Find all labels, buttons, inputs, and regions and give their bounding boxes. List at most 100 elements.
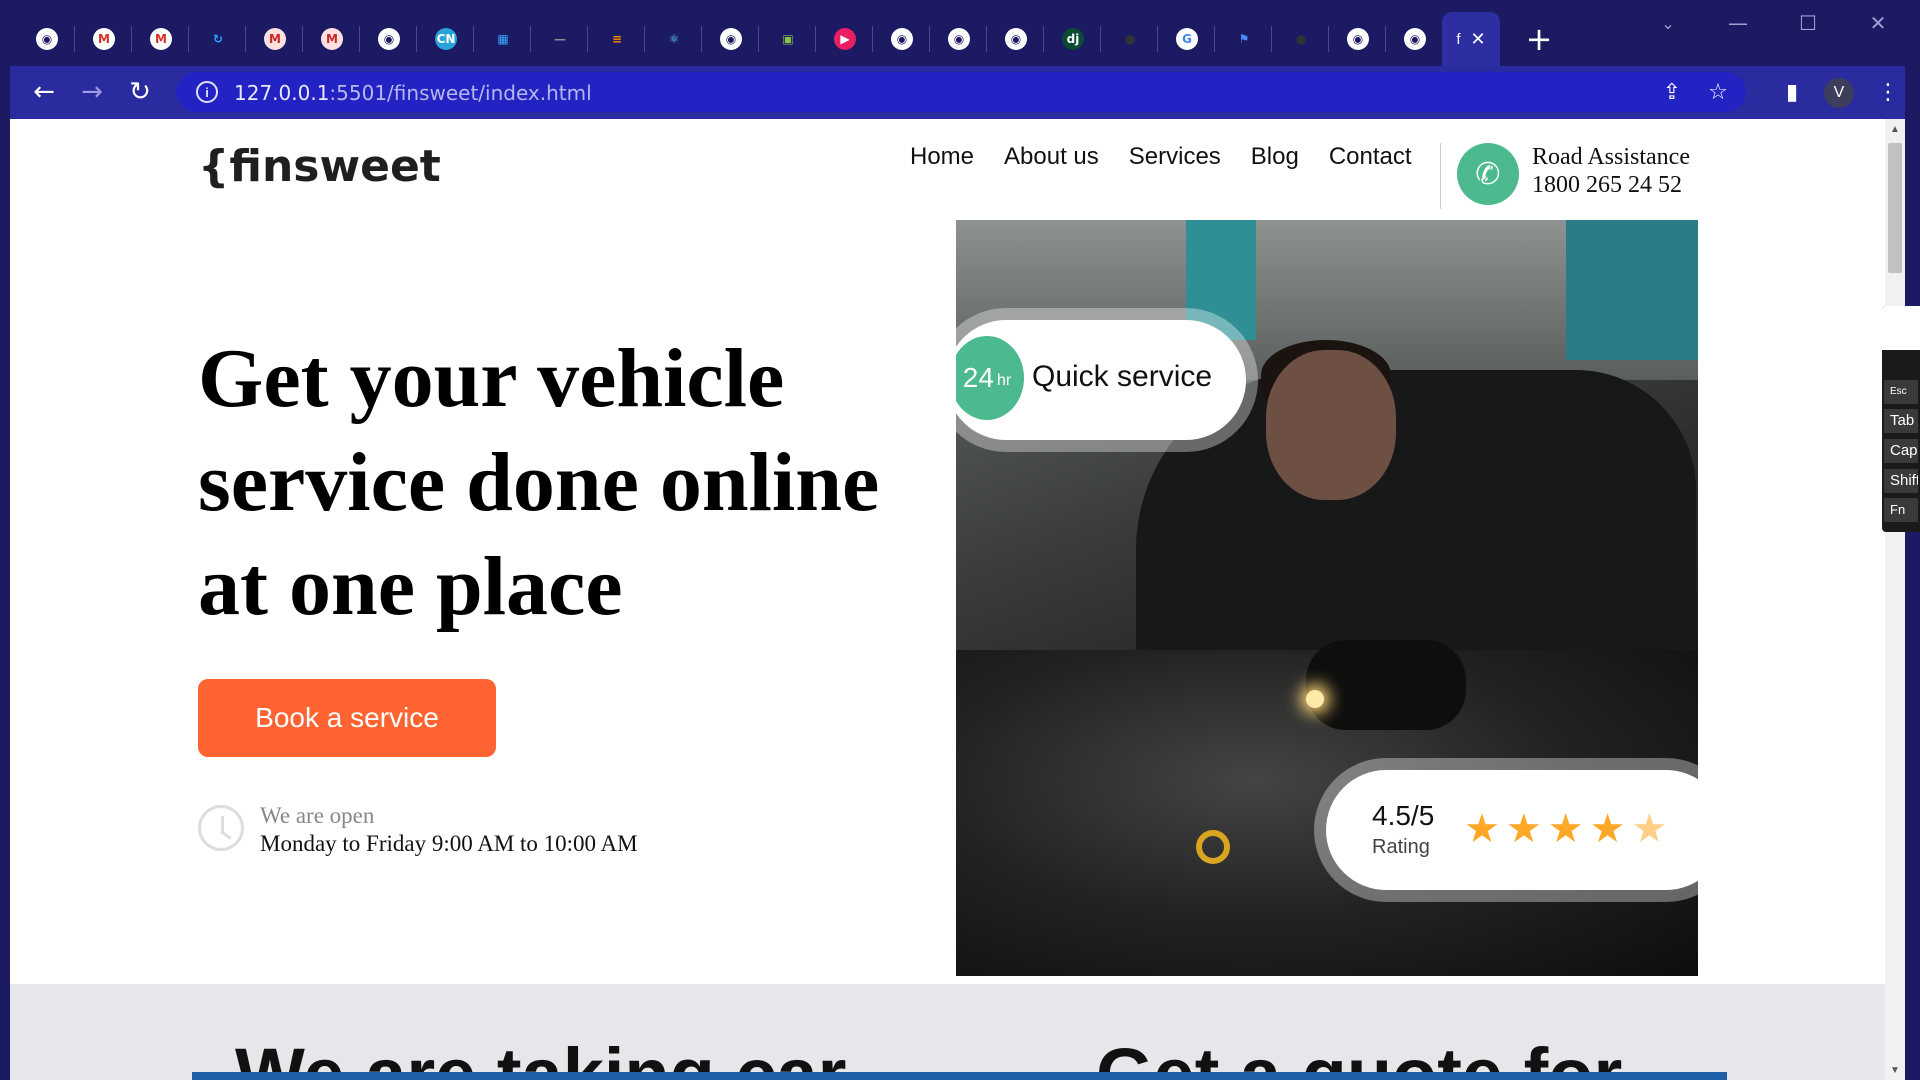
tab-separator bbox=[74, 26, 75, 52]
tab-13[interactable]: ◉ bbox=[704, 12, 758, 66]
tab-active[interactable]: f ✕ bbox=[1442, 12, 1500, 66]
tab-10[interactable]: — bbox=[533, 12, 587, 66]
reload-icon[interactable]: ↻ bbox=[120, 72, 160, 112]
tab-21[interactable]: G bbox=[1160, 12, 1214, 66]
keyboard-app-icon[interactable] bbox=[1882, 306, 1920, 350]
half-star-icon: ★ bbox=[1631, 806, 1674, 852]
page-scrollbar[interactable]: ▲ ▼ bbox=[1885, 119, 1905, 1080]
tab-separator bbox=[1157, 26, 1158, 52]
tab-separator bbox=[815, 26, 816, 52]
quick-service-badge: 24 hr Quick service bbox=[956, 320, 1246, 440]
key-shift[interactable]: Shift bbox=[1884, 469, 1918, 493]
key-tab[interactable]: Tab bbox=[1884, 409, 1918, 433]
tab-11[interactable]: ≡ bbox=[590, 12, 644, 66]
hero-title: Get your vehicle service done online at … bbox=[198, 332, 880, 633]
site-info-icon[interactable]: i bbox=[196, 81, 218, 103]
tab-5[interactable]: M bbox=[248, 12, 302, 66]
tab-20[interactable]: ● bbox=[1103, 12, 1157, 66]
book-service-button[interactable]: Book a service bbox=[198, 679, 496, 757]
new-tab-button[interactable]: + bbox=[1518, 18, 1560, 60]
badge-number: 24 bbox=[962, 362, 994, 393]
tab-24[interactable]: ◉ bbox=[1331, 12, 1385, 66]
tab-19[interactable]: dj bbox=[1046, 12, 1100, 66]
tab-separator bbox=[872, 26, 873, 52]
side-panel-icon[interactable]: ▮ bbox=[1772, 72, 1812, 112]
tab-18[interactable]: ◉ bbox=[989, 12, 1043, 66]
active-tab-label: f bbox=[1456, 30, 1461, 48]
badge-unit: hr bbox=[996, 372, 1012, 389]
tab-separator bbox=[245, 26, 246, 52]
forward-icon[interactable]: → bbox=[72, 72, 112, 112]
scroll-thumb[interactable] bbox=[1888, 143, 1902, 273]
tab-3[interactable]: M bbox=[134, 12, 188, 66]
dash-icon: — bbox=[554, 32, 566, 46]
tab-2[interactable]: M bbox=[77, 12, 131, 66]
globe-icon: ◉ bbox=[1347, 28, 1369, 50]
star-icon: ★ bbox=[1464, 806, 1506, 852]
tab-separator bbox=[929, 26, 930, 52]
gmail-icon: M bbox=[150, 28, 172, 50]
tab-8[interactable]: CN bbox=[419, 12, 473, 66]
tab-separator bbox=[473, 26, 474, 52]
main-nav: Home About us Services Blog Contact bbox=[910, 143, 1442, 171]
key-caps[interactable]: Caps bbox=[1884, 439, 1918, 463]
bookmark-star-icon[interactable]: ☆ bbox=[1698, 72, 1738, 112]
tab-1[interactable]: ◉ bbox=[20, 12, 74, 66]
globe-icon: ◉ bbox=[1404, 28, 1426, 50]
url-text[interactable]: 127.0.0.1:5501/finsweet/index.html bbox=[234, 81, 592, 105]
tab-22[interactable]: ⚑ bbox=[1217, 12, 1271, 66]
address-bar[interactable]: i 127.0.0.1:5501/finsweet/index.html ⇪ ☆ bbox=[176, 72, 1746, 112]
globe-icon: ◉ bbox=[36, 28, 58, 50]
quick-service-text: Quick service bbox=[1032, 360, 1213, 393]
tab-4[interactable]: ↻ bbox=[191, 12, 245, 66]
nav-services[interactable]: Services bbox=[1129, 143, 1221, 171]
scroll-up-icon[interactable]: ▲ bbox=[1885, 119, 1905, 139]
nav-about-us[interactable]: About us bbox=[1004, 143, 1099, 171]
tab-17[interactable]: ◉ bbox=[932, 12, 986, 66]
globe-icon: ◉ bbox=[1005, 28, 1027, 50]
star-icon: ★ bbox=[1505, 806, 1548, 852]
scroll-down-icon[interactable]: ▼ bbox=[1885, 1060, 1905, 1080]
tab-7[interactable]: ◉ bbox=[362, 12, 416, 66]
tab-12[interactable]: ⚛ bbox=[647, 12, 701, 66]
tab-separator bbox=[1043, 26, 1044, 52]
road-assistance-phone[interactable]: 1800 265 24 52 bbox=[1532, 171, 1690, 199]
tab-search-icon[interactable]: ⌄ bbox=[1638, 8, 1698, 38]
rating-value: 4.5/5 bbox=[1372, 800, 1435, 831]
tab-separator bbox=[986, 26, 987, 52]
tab-23[interactable]: ● bbox=[1274, 12, 1328, 66]
star-icon: ★ bbox=[1589, 806, 1632, 852]
tab-6[interactable]: M bbox=[305, 12, 359, 66]
share-icon[interactable]: ⇪ bbox=[1652, 72, 1692, 112]
site-logo[interactable]: {finsweet bbox=[198, 141, 441, 192]
open-label: We are open bbox=[260, 803, 375, 828]
tab-separator bbox=[1271, 26, 1272, 52]
road-assistance: Road Assistance 1800 265 24 52 bbox=[1532, 143, 1690, 199]
globe-icon: ◉ bbox=[720, 28, 742, 50]
key-esc[interactable]: Esc bbox=[1884, 380, 1918, 404]
tab-9[interactable]: ▦ bbox=[476, 12, 530, 66]
close-window-icon[interactable]: ✕ bbox=[1848, 8, 1908, 38]
menu-kebab-icon[interactable]: ⋮ bbox=[1868, 72, 1908, 112]
url-path: :5501/finsweet/index.html bbox=[329, 81, 592, 105]
tab-separator bbox=[359, 26, 360, 52]
profile-avatar[interactable]: V bbox=[1824, 78, 1854, 108]
nav-contact[interactable]: Contact bbox=[1329, 143, 1412, 171]
tab-15[interactable]: ▶ bbox=[818, 12, 872, 66]
tab-25[interactable]: ◉ bbox=[1388, 12, 1442, 66]
maximize-icon[interactable]: ☐ bbox=[1778, 8, 1838, 38]
bars-icon: ≡ bbox=[611, 32, 623, 46]
close-tab-icon[interactable]: ✕ bbox=[1471, 29, 1486, 50]
key-fn[interactable]: Fn bbox=[1884, 498, 1918, 522]
star-icon: ★ bbox=[1547, 806, 1590, 852]
globe-icon: ◉ bbox=[378, 28, 400, 50]
tab-separator bbox=[1385, 26, 1386, 52]
nav-blog[interactable]: Blog bbox=[1251, 143, 1299, 171]
road-assistance-title: Road Assistance bbox=[1532, 144, 1690, 170]
back-icon[interactable]: ← bbox=[24, 72, 64, 112]
tab-16[interactable]: ◉ bbox=[875, 12, 929, 66]
nav-home[interactable]: Home bbox=[910, 143, 974, 171]
phone-icon[interactable]: ✆ bbox=[1457, 143, 1519, 205]
minimize-icon[interactable]: — bbox=[1708, 8, 1768, 38]
tab-14[interactable]: ▣ bbox=[761, 12, 815, 66]
